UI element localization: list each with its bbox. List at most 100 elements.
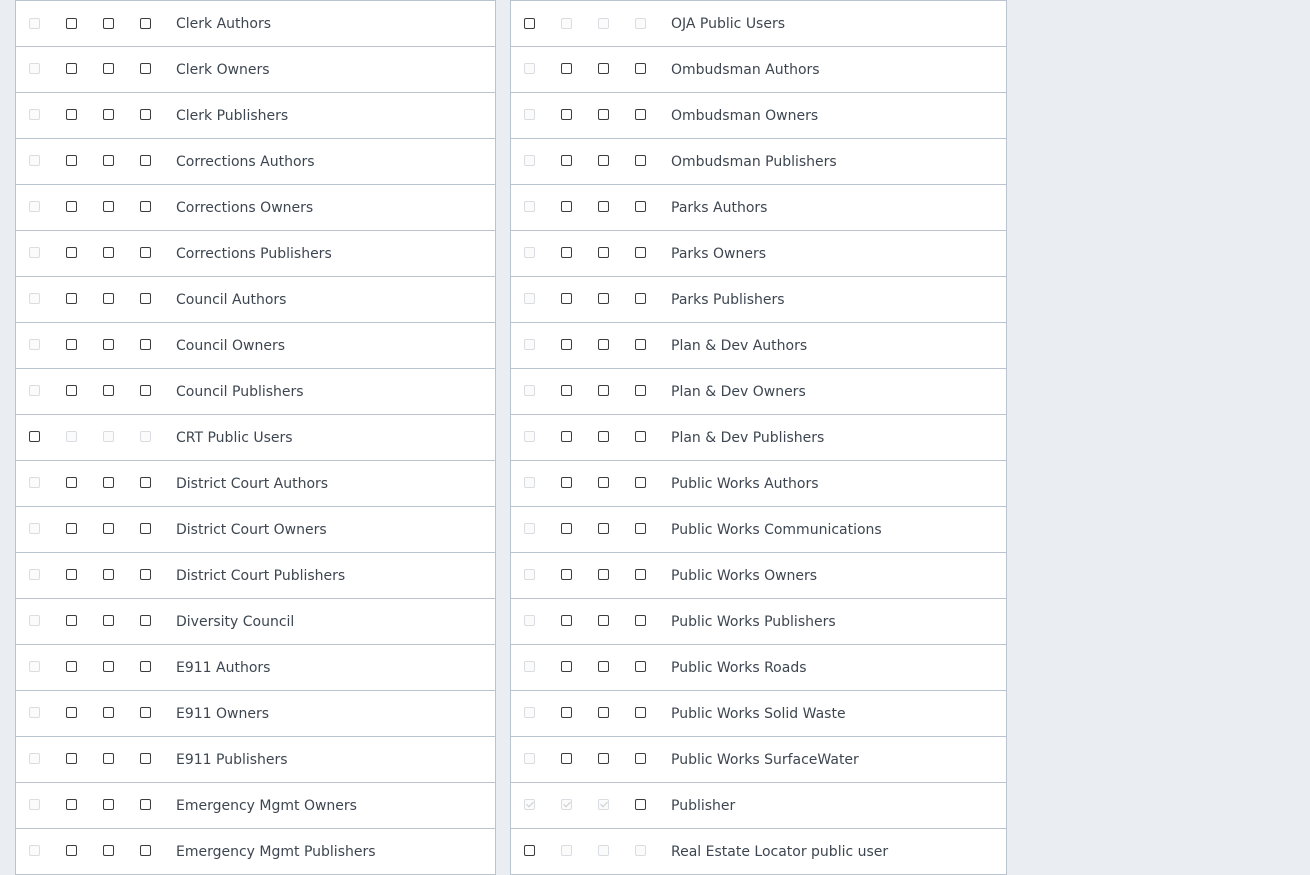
permission-checkbox-3[interactable] [103,246,114,258]
permission-checkbox-2[interactable] [66,246,77,258]
permission-checkbox-2[interactable] [561,568,572,580]
permission-checkbox-2[interactable] [66,798,77,810]
permission-checkbox-4[interactable] [140,752,151,764]
permission-checkbox-3[interactable] [103,706,114,718]
permission-checkbox-4[interactable] [635,292,646,304]
permission-checkbox-3[interactable] [103,798,114,810]
permission-checkbox-2[interactable] [66,614,77,626]
permission-checkbox-3[interactable] [598,660,609,672]
permission-checkbox-4[interactable] [140,108,151,120]
permission-checkbox-4[interactable] [140,246,151,258]
permission-checkbox-2[interactable] [66,522,77,534]
permission-checkbox-3[interactable] [103,62,114,74]
permission-checkbox-2[interactable] [66,17,77,29]
permission-checkbox-2[interactable] [561,384,572,396]
permission-checkbox-2[interactable] [561,752,572,764]
permission-checkbox-4[interactable] [635,62,646,74]
permission-checkbox-3[interactable] [103,17,114,29]
permission-checkbox-2[interactable] [66,384,77,396]
permission-checkbox-2[interactable] [66,154,77,166]
permission-checkbox-4[interactable] [140,522,151,534]
permission-checkbox-2[interactable] [561,108,572,120]
permission-checkbox-3[interactable] [103,384,114,396]
permission-checkbox-3[interactable] [103,660,114,672]
permission-checkbox-2[interactable] [561,200,572,212]
permission-checkbox-3[interactable] [103,154,114,166]
permission-checkbox-4[interactable] [635,614,646,626]
permission-checkbox-2[interactable] [561,614,572,626]
permission-checkbox-4[interactable] [140,200,151,212]
permission-checkbox-4[interactable] [635,476,646,488]
permission-checkbox-4[interactable] [635,108,646,120]
permission-checkbox-4[interactable] [140,62,151,74]
permission-checkbox-3[interactable] [598,384,609,396]
permission-checkbox-4[interactable] [140,568,151,580]
permission-checkbox-3[interactable] [598,430,609,442]
permission-checkbox-3[interactable] [103,522,114,534]
permission-checkbox-2[interactable] [561,706,572,718]
permission-checkbox-3[interactable] [598,522,609,534]
permission-checkbox-2[interactable] [561,62,572,74]
permission-checkbox-3[interactable] [598,614,609,626]
permission-checkbox-3[interactable] [103,752,114,764]
permission-checkbox-4[interactable] [635,200,646,212]
permission-checkbox-2[interactable] [66,62,77,74]
permission-checkbox-3[interactable] [598,706,609,718]
permission-checkbox-2[interactable] [561,522,572,534]
permission-checkbox-2[interactable] [66,338,77,350]
permission-checkbox-4[interactable] [140,614,151,626]
permission-checkbox-4[interactable] [635,798,646,810]
permission-checkbox-4[interactable] [635,522,646,534]
permission-checkbox-2[interactable] [561,154,572,166]
permission-checkbox-3[interactable] [103,476,114,488]
permission-checkbox-2[interactable] [561,430,572,442]
permission-checkbox-3[interactable] [598,62,609,74]
permission-checkbox-3[interactable] [103,844,114,856]
permission-checkbox-2[interactable] [561,246,572,258]
permission-checkbox-4[interactable] [140,844,151,856]
permission-checkbox-3[interactable] [598,338,609,350]
permission-checkbox-3[interactable] [598,752,609,764]
permission-checkbox-4[interactable] [140,476,151,488]
permission-checkbox-4[interactable] [140,798,151,810]
permission-checkbox-3[interactable] [598,568,609,580]
permission-checkbox-1[interactable] [524,17,535,29]
permission-checkbox-2[interactable] [561,292,572,304]
permission-checkbox-3[interactable] [103,200,114,212]
permission-checkbox-3[interactable] [103,108,114,120]
permission-checkbox-3[interactable] [598,154,609,166]
permission-checkbox-4[interactable] [635,568,646,580]
permission-checkbox-3[interactable] [103,292,114,304]
permission-checkbox-2[interactable] [66,292,77,304]
permission-checkbox-4[interactable] [140,338,151,350]
permission-checkbox-4[interactable] [635,384,646,396]
permission-checkbox-2[interactable] [66,844,77,856]
permission-checkbox-4[interactable] [635,246,646,258]
permission-checkbox-3[interactable] [598,200,609,212]
permission-checkbox-4[interactable] [635,706,646,718]
permission-checkbox-2[interactable] [66,660,77,672]
permission-checkbox-2[interactable] [66,706,77,718]
permission-checkbox-4[interactable] [635,338,646,350]
permission-checkbox-4[interactable] [140,154,151,166]
permission-checkbox-4[interactable] [140,384,151,396]
permission-checkbox-3[interactable] [103,568,114,580]
permission-checkbox-2[interactable] [66,200,77,212]
permission-checkbox-4[interactable] [140,17,151,29]
permission-checkbox-1[interactable] [524,844,535,856]
permission-checkbox-2[interactable] [561,660,572,672]
permission-checkbox-2[interactable] [66,568,77,580]
permission-checkbox-3[interactable] [598,246,609,258]
permission-checkbox-4[interactable] [635,752,646,764]
permission-checkbox-4[interactable] [635,154,646,166]
permission-checkbox-2[interactable] [66,476,77,488]
permission-checkbox-4[interactable] [635,430,646,442]
permission-checkbox-3[interactable] [598,476,609,488]
permission-checkbox-2[interactable] [66,108,77,120]
permission-checkbox-2[interactable] [66,752,77,764]
permission-checkbox-4[interactable] [140,292,151,304]
permission-checkbox-4[interactable] [635,660,646,672]
permission-checkbox-2[interactable] [561,338,572,350]
permission-checkbox-3[interactable] [103,338,114,350]
permission-checkbox-3[interactable] [598,108,609,120]
